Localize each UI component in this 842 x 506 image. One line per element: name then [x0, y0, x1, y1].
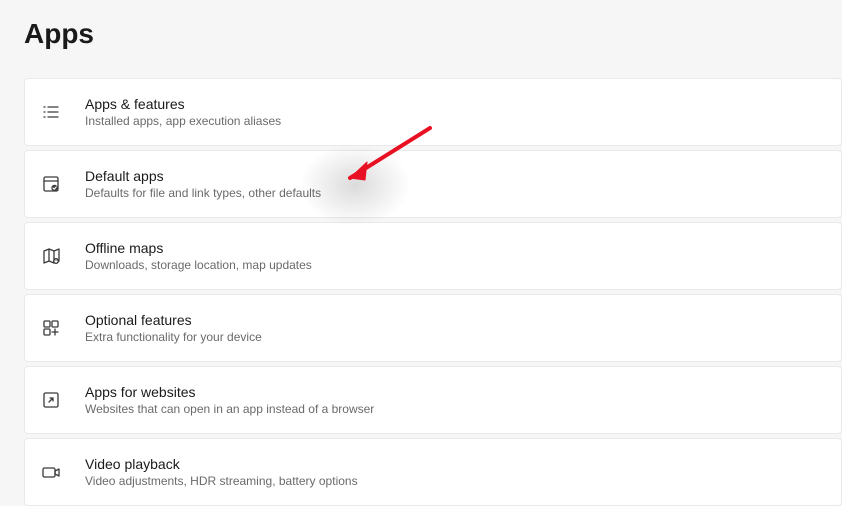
item-title: Offline maps: [85, 240, 312, 256]
item-desc: Installed apps, app execution aliases: [85, 114, 281, 128]
item-text: Offline maps Downloads, storage location…: [85, 240, 312, 272]
item-title: Apps & features: [85, 96, 281, 112]
item-desc: Websites that can open in an app instead…: [85, 402, 374, 416]
item-title: Video playback: [85, 456, 358, 472]
apps-list: Apps & features Installed apps, app exec…: [0, 50, 842, 506]
default-apps-icon: [41, 174, 61, 194]
list-item-apps-and-features[interactable]: Apps & features Installed apps, app exec…: [24, 78, 842, 146]
offline-maps-icon: [41, 246, 61, 266]
item-title: Apps for websites: [85, 384, 374, 400]
item-text: Apps & features Installed apps, app exec…: [85, 96, 281, 128]
item-title: Default apps: [85, 168, 321, 184]
list-item-video-playback[interactable]: Video playback Video adjustments, HDR st…: [24, 438, 842, 506]
item-text: Default apps Defaults for file and link …: [85, 168, 321, 200]
item-text: Apps for websites Websites that can open…: [85, 384, 374, 416]
optional-features-icon: [41, 318, 61, 338]
item-title: Optional features: [85, 312, 262, 328]
video-playback-icon: [41, 462, 61, 482]
apps-for-websites-icon: [41, 390, 61, 410]
page-title: Apps: [0, 0, 842, 50]
list-item-apps-for-websites[interactable]: Apps for websites Websites that can open…: [24, 366, 842, 434]
list-item-optional-features[interactable]: Optional features Extra functionality fo…: [24, 294, 842, 362]
item-desc: Extra functionality for your device: [85, 330, 262, 344]
item-text: Optional features Extra functionality fo…: [85, 312, 262, 344]
item-text: Video playback Video adjustments, HDR st…: [85, 456, 358, 488]
item-desc: Video adjustments, HDR streaming, batter…: [85, 474, 358, 488]
item-desc: Defaults for file and link types, other …: [85, 186, 321, 200]
list-item-default-apps[interactable]: Default apps Defaults for file and link …: [24, 150, 842, 218]
list-item-offline-maps[interactable]: Offline maps Downloads, storage location…: [24, 222, 842, 290]
apps-and-features-icon: [41, 102, 61, 122]
item-desc: Downloads, storage location, map updates: [85, 258, 312, 272]
